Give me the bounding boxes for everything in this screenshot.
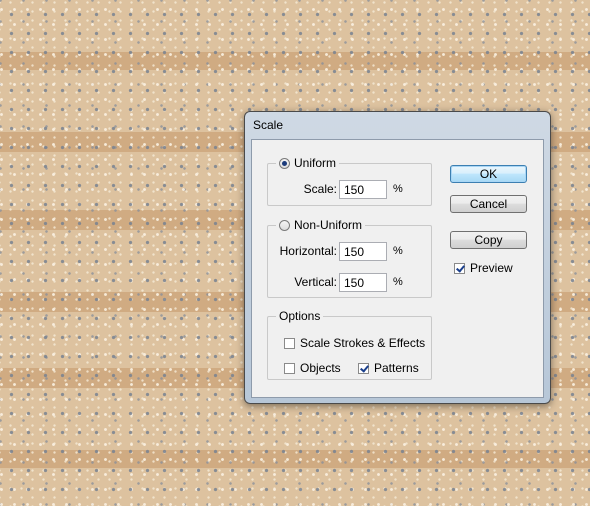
cancel-button[interactable]: Cancel [450,195,527,213]
objects-checkbox[interactable]: Objects [284,361,341,375]
vertical-input[interactable] [339,273,387,292]
scale-strokes-checkbox-box[interactable] [284,337,295,349]
scale-label: Scale: [303,182,337,196]
vertical-label: Vertical: [294,275,337,289]
horizontal-unit: % [393,245,403,257]
non-uniform-radio-button[interactable] [279,219,290,231]
copy-button[interactable]: Copy [450,231,527,249]
scale-input[interactable] [339,180,387,199]
patterns-checkbox[interactable]: Patterns [358,361,419,375]
vertical-unit: % [393,276,403,288]
patterns-checkbox-box[interactable] [358,362,369,374]
uniform-label: Uniform [294,156,337,170]
scale-dialog: Scale Uniform Scale: % Non-Uniform Horiz… [244,111,551,404]
scale-strokes-checkbox[interactable]: Scale Strokes & Effects [284,336,425,350]
dialog-body: Uniform Scale: % Non-Uniform Horizontal:… [251,139,544,398]
preview-checkbox[interactable]: Preview [454,261,513,275]
horizontal-input[interactable] [339,242,387,261]
non-uniform-label: Non-Uniform [294,218,363,232]
horizontal-label: Horizontal: [279,244,337,258]
scale-strokes-label: Scale Strokes & Effects [300,336,426,350]
objects-checkbox-box[interactable] [284,362,295,374]
ok-button[interactable]: OK [450,165,527,183]
non-uniform-radio[interactable]: Non-Uniform [276,218,366,232]
scale-unit: % [393,183,403,195]
patterns-label: Patterns [374,361,419,375]
options-label: Options [279,309,321,323]
preview-label: Preview [470,261,513,275]
preview-checkbox-box[interactable] [454,262,465,274]
uniform-radio[interactable]: Uniform [276,156,340,170]
dialog-titlebar[interactable]: Scale [245,112,550,138]
objects-label: Objects [300,361,341,375]
dialog-title: Scale [253,118,284,132]
options-legend: Options [276,309,324,323]
uniform-radio-button[interactable] [279,157,290,169]
